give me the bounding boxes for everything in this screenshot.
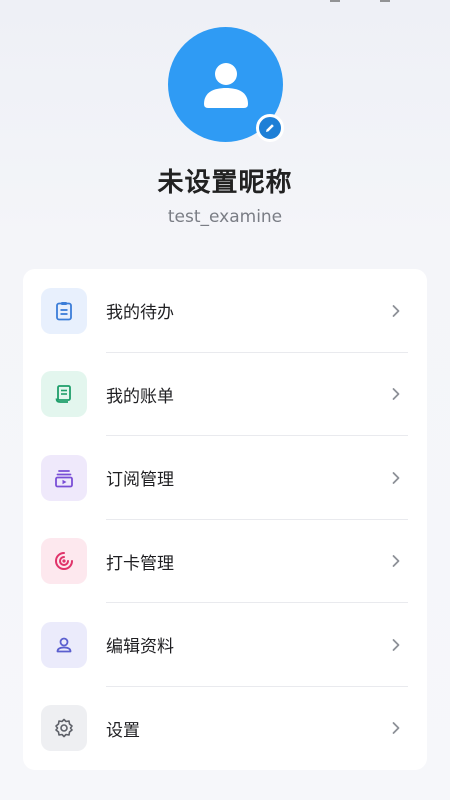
chevron-right-icon bbox=[391, 471, 401, 485]
receipt-icon bbox=[55, 385, 71, 404]
chevron-right-icon bbox=[391, 638, 401, 652]
nickname: 未设置昵称 bbox=[157, 168, 293, 198]
chevron-right-icon bbox=[391, 304, 401, 318]
todo-icon-box bbox=[41, 287, 87, 334]
menu-item-settings[interactable]: 设置 bbox=[23, 687, 427, 771]
pencil-icon bbox=[266, 124, 274, 132]
chevron-right-icon bbox=[391, 554, 401, 568]
bills-icon-box bbox=[41, 371, 87, 418]
settings-icon-box bbox=[41, 705, 87, 752]
menu-item-label: 设置 bbox=[106, 720, 140, 741]
user-icon bbox=[203, 62, 248, 108]
profile-icon bbox=[56, 637, 72, 653]
signal-icon bbox=[330, 0, 340, 2]
menu-item-label: 我的待办 bbox=[106, 303, 174, 324]
edit-profile-icon-box bbox=[41, 621, 87, 668]
username: test_examine bbox=[167, 207, 283, 227]
menu-item-label: 我的账单 bbox=[106, 386, 174, 407]
menu-item-bills[interactable]: 我的账单 bbox=[23, 353, 427, 436]
checkin-icon-box bbox=[41, 538, 87, 585]
menu-item-label: 打卡管理 bbox=[106, 553, 174, 574]
profile-page: 未设置昵称 test_examine 我的待办 我的账单 订阅管理 打卡管理 编… bbox=[0, 0, 450, 800]
edit-avatar-button[interactable] bbox=[256, 114, 284, 142]
avatar-container[interactable] bbox=[168, 27, 284, 142]
battery-icon bbox=[380, 0, 390, 2]
chevron-right-icon bbox=[391, 721, 401, 735]
menu-item-checkin[interactable]: 打卡管理 bbox=[23, 520, 427, 603]
menu-item-todo[interactable]: 我的待办 bbox=[23, 269, 427, 353]
subscriptions-icon-box bbox=[41, 454, 87, 501]
subscription-icon bbox=[55, 469, 73, 488]
menu-card: 我的待办 我的账单 订阅管理 打卡管理 编辑资料 设置 bbox=[23, 269, 427, 770]
gear-icon bbox=[55, 718, 73, 738]
menu-item-subscriptions[interactable]: 订阅管理 bbox=[23, 436, 427, 520]
clipboard-icon bbox=[56, 301, 72, 321]
menu-item-label: 编辑资料 bbox=[106, 637, 174, 658]
status-bar bbox=[330, 0, 390, 2]
target-icon bbox=[55, 552, 73, 571]
menu-item-edit-profile[interactable]: 编辑资料 bbox=[23, 603, 427, 687]
menu-item-label: 订阅管理 bbox=[106, 470, 174, 491]
chevron-right-icon bbox=[391, 387, 401, 401]
